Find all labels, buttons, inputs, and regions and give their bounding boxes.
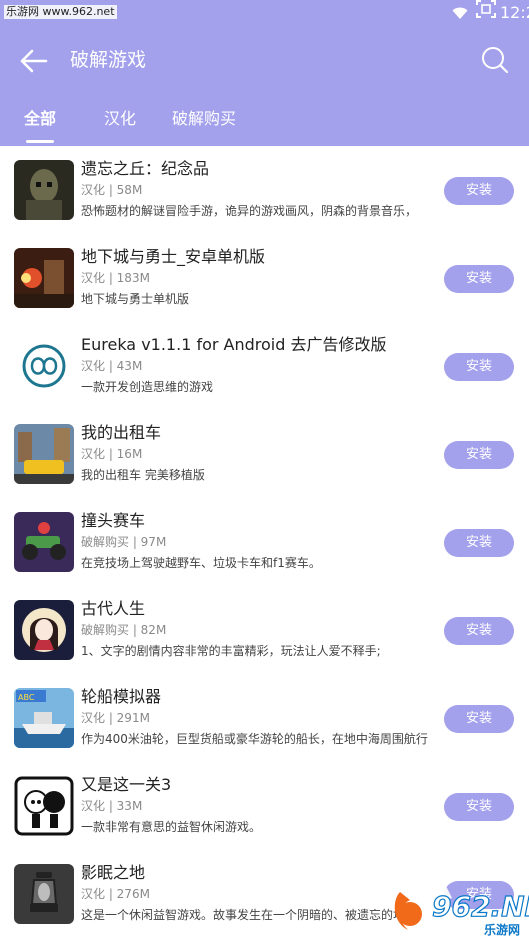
tab-cracked-purchase[interactable]: 破解购买 (172, 108, 236, 130)
app-description: 地下城与勇士单机版 (81, 292, 190, 306)
app-meta: 汉化 | 183M (81, 271, 150, 285)
list-item[interactable]: 我的出租车 汉化 | 16M 我的出租车 完美移植版 安装 (0, 410, 529, 498)
app-name: 撞头赛车 (81, 511, 146, 530)
app-name: 轮船模拟器 (81, 687, 162, 706)
list-item[interactable]: Eureka v1.1.1 for Android 去广告修改版 汉化 | 43… (0, 322, 529, 410)
wifi-icon (452, 7, 468, 19)
app-meta: 破解购买 | 82M (81, 623, 167, 637)
install-button[interactable]: 安装 (444, 705, 514, 733)
arrow-left-icon[interactable] (16, 44, 50, 78)
app-name: 古代人生 (81, 599, 146, 618)
app-description: 作为400米油轮，巨型货船或豪华游轮的船长，在地中海周围航行 (81, 732, 428, 746)
install-button[interactable]: 安装 (444, 793, 514, 821)
install-button[interactable]: 安装 (444, 617, 514, 645)
app-icon-shadow-land[interactable] (14, 864, 74, 924)
app-icon-forgotten-hill[interactable] (14, 160, 74, 220)
app-meta: 汉化 | 276M (81, 887, 150, 901)
svg-text:ABC: ABC (18, 693, 35, 702)
app-icon-eureka[interactable] (14, 336, 74, 396)
app-list[interactable]: 遗忘之丘：纪念品 汉化 | 58M 恐怖题材的解谜冒险手游，诡异的游戏画风，阴森… (0, 146, 529, 940)
app-header: 乐游网 www.962.net 12:20 破解游戏 全部 汉化 破解购买 (0, 0, 529, 146)
app-description: 一款非常有意思的益智休闲游戏。 (81, 820, 262, 834)
install-button[interactable]: 安装 (444, 177, 514, 205)
app-icon-ship-simulator[interactable]: ABC (14, 688, 74, 748)
app-description: 这是一个休闲益智游戏。故事发生在一个阴暗的、被遗忘的地方 (81, 908, 418, 922)
site-watermark: 乐游网 www.962.net (4, 5, 117, 19)
list-item[interactable]: 地下城与勇士_安卓单机版 汉化 | 183M 地下城与勇士单机版 安装 (0, 234, 529, 322)
app-description: 恐怖题材的解谜冒险手游，诡异的游戏画风，阴森的背景音乐， (81, 204, 418, 218)
app-icon-ancient-life[interactable] (14, 600, 74, 660)
tab-all[interactable]: 全部 (24, 108, 56, 130)
install-button[interactable]: 安装 (444, 441, 514, 469)
install-button[interactable]: 安装 (444, 265, 514, 293)
list-item[interactable]: 遗忘之丘：纪念品 汉化 | 58M 恐怖题材的解谜冒险手游，诡异的游戏画风，阴森… (0, 146, 529, 234)
app-name: Eureka v1.1.1 for Android 去广告修改版 (81, 335, 387, 354)
app-name: 地下城与勇士_安卓单机版 (81, 247, 266, 266)
install-button[interactable]: 安装 (444, 529, 514, 557)
search-icon[interactable] (480, 45, 510, 75)
app-meta: 汉化 | 33M (81, 799, 143, 813)
app-description: 一款开发创造思维的游戏 (81, 380, 214, 394)
app-name: 又是这一关3 (81, 775, 172, 794)
site-logo-watermark: 962.NET 乐游网 (394, 886, 529, 937)
active-tab-indicator (26, 140, 54, 143)
app-meta: 破解购买 | 97M (81, 535, 167, 549)
app-icon-my-taxi[interactable] (14, 424, 74, 484)
app-icon-this-level-again[interactable] (14, 776, 74, 836)
install-button[interactable]: 安装 (444, 353, 514, 381)
app-name: 我的出租车 (81, 423, 162, 442)
app-meta: 汉化 | 291M (81, 711, 150, 725)
list-item[interactable]: ABC 轮船模拟器 汉化 | 291M 作为400米油轮，巨型货船或豪华游轮的船… (0, 674, 529, 762)
app-description: 在竞技场上驾驶越野车、垃圾卡车和f1赛车。 (81, 556, 321, 570)
list-item[interactable]: 古代人生 破解购买 | 82M 1、文字的剧情内容非常的丰富精彩，玩法让人爱不释… (0, 586, 529, 674)
status-clock: 12:20 (500, 3, 529, 22)
list-item[interactable]: 撞头赛车 破解购买 | 97M 在竞技场上驾驶越野车、垃圾卡车和f1赛车。 安装 (0, 498, 529, 586)
screenshot-icon (476, 0, 496, 18)
app-description: 我的出租车 完美移植版 (81, 468, 205, 482)
app-meta: 汉化 | 16M (81, 447, 143, 461)
watermark-logo-subtext: 乐游网 (484, 922, 520, 937)
tab-chinese[interactable]: 汉化 (104, 108, 136, 130)
app-icon-dnf[interactable] (14, 248, 74, 308)
status-bar: 乐游网 www.962.net 12:20 (0, 0, 529, 26)
app-meta: 汉化 | 58M (81, 183, 143, 197)
list-item[interactable]: 又是这一关3 汉化 | 33M 一款非常有意思的益智休闲游戏。 安装 (0, 762, 529, 850)
app-description: 1、文字的剧情内容非常的丰富精彩，玩法让人爱不释手; (81, 644, 381, 658)
watermark-logo-text: 962.NET (432, 890, 529, 923)
page-title: 破解游戏 (70, 49, 147, 71)
app-icon-crash-racing[interactable] (14, 512, 74, 572)
app-meta: 汉化 | 43M (81, 359, 143, 373)
app-name: 影眠之地 (81, 863, 146, 882)
app-name: 遗忘之丘：纪念品 (81, 159, 210, 178)
